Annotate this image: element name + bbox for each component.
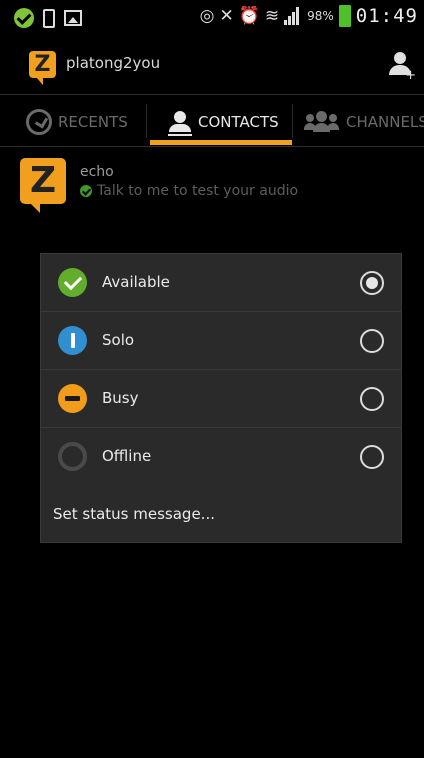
add-contact-icon[interactable]: +	[388, 50, 416, 82]
app-header: platong2you +	[0, 40, 424, 90]
check-circle-icon	[14, 8, 34, 28]
image-icon	[64, 10, 82, 26]
set-status-message-button[interactable]: Set status message...	[53, 505, 215, 523]
active-tab-indicator	[150, 140, 292, 145]
signal-icon	[284, 7, 302, 25]
clock-icon	[26, 109, 52, 135]
offline-icon	[58, 442, 87, 471]
status-dialog: Available Solo Busy Offline Set status m…	[41, 254, 401, 542]
radio-unselected[interactable]	[360, 329, 384, 353]
radio-selected[interactable]	[360, 271, 384, 295]
wifi-icon: ≋	[264, 6, 280, 26]
zello-logo-icon	[29, 51, 56, 85]
alarm-icon: ⏰	[238, 6, 260, 26]
phone-icon	[43, 8, 55, 28]
clock-time: 01:49	[355, 5, 418, 27]
tab-divider	[146, 104, 147, 138]
solo-icon	[58, 326, 87, 355]
busy-icon	[58, 384, 87, 413]
available-check-icon	[58, 268, 87, 297]
status-bar: ◎ ✕ ⏰ ≋ 98% 01:49	[0, 0, 424, 34]
battery-icon	[338, 5, 351, 27]
account-name[interactable]: platong2you	[66, 54, 160, 72]
tab-divider	[292, 104, 293, 138]
mute-icon: ✕	[219, 6, 234, 26]
status-option-solo[interactable]: Solo	[41, 312, 401, 370]
tab-contacts-label: CONTACTS	[198, 113, 279, 131]
status-option-busy[interactable]: Busy	[41, 370, 401, 428]
status-option-label: Offline	[102, 447, 152, 465]
status-option-label: Solo	[102, 331, 135, 349]
status-option-label: Available	[102, 273, 170, 291]
contact-avatar-icon	[20, 158, 66, 213]
status-option-label: Busy	[102, 389, 139, 407]
eye-icon: ◎	[199, 6, 215, 26]
tab-recents[interactable]: RECENTS	[26, 96, 128, 148]
radio-unselected[interactable]	[360, 445, 384, 469]
group-icon	[304, 111, 340, 133]
tabs-divider	[0, 146, 424, 147]
contact-status: Talk to me to test your audio	[80, 183, 298, 199]
radio-unselected[interactable]	[360, 387, 384, 411]
contact-list-item[interactable]: echo Talk to me to test your audio	[0, 152, 424, 214]
status-option-offline[interactable]: Offline	[41, 428, 401, 486]
person-icon	[168, 111, 192, 136]
tab-channels[interactable]: CHANNELS	[304, 96, 424, 148]
header-divider	[0, 94, 424, 95]
status-bar-system: ◎ ✕ ⏰ ≋ 98% 01:49	[200, 5, 418, 27]
status-option-available[interactable]: Available	[41, 254, 401, 312]
tab-channels-label: CHANNELS	[346, 113, 424, 131]
status-bar-notifications	[14, 8, 82, 28]
tab-recents-label: RECENTS	[58, 113, 128, 131]
contact-name: echo	[80, 164, 114, 180]
online-status-icon	[80, 185, 92, 197]
battery-percent: 98%	[307, 9, 334, 23]
contact-status-message: Talk to me to test your audio	[97, 183, 299, 199]
